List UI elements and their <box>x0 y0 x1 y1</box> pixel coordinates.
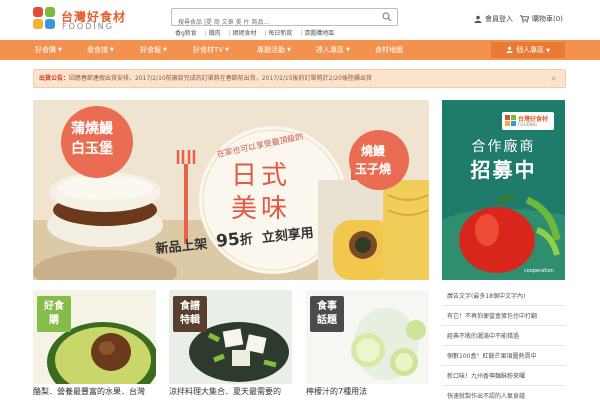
hero-badge-right-line1: 燒鰻 <box>361 144 386 158</box>
content-card[interactable]: 食譜 特輯 涼拌料理大集合．夏天最需要的 <box>169 290 292 400</box>
nav-item[interactable]: 看食譜 ▼ <box>87 40 114 60</box>
hero-headline-2: 美味 <box>231 194 292 224</box>
hot-keyword[interactable]: 絕絕食材 <box>229 30 257 37</box>
logo-subtitle: FOODING <box>62 22 114 31</box>
card-tag: 食事 話題 <box>310 296 344 332</box>
logo-mark-icon <box>33 7 57 31</box>
shipping-notice: 出貨公告：因應春節連假出貨安排，2017/2/10前廠款完成的訂單將在春節前出貨… <box>33 69 566 88</box>
search-icon[interactable] <box>382 12 392 22</box>
nav-item[interactable]: 達人專區 ▼ <box>316 40 350 60</box>
hot-keyword[interactable]: 每日新款 <box>264 30 292 37</box>
card-tag: 食譜 特輯 <box>173 296 207 332</box>
caret-down-icon: ▼ <box>287 47 291 53</box>
cart-icon <box>520 15 529 23</box>
nav-item-label: 達人專區 <box>316 46 344 54</box>
cart-link[interactable]: 購物車(0) <box>520 14 563 24</box>
ad-artwork <box>442 100 565 280</box>
cart-label: 購物車(0) <box>532 15 563 23</box>
caret-down-icon: ▼ <box>58 47 62 53</box>
list-item[interactable]: 新口味！九州香檸麵酥粉來囉 <box>442 367 565 386</box>
close-icon[interactable]: × <box>550 70 557 87</box>
caret-down-icon: ▼ <box>546 48 550 54</box>
list-item[interactable]: 有它！不再怕便當盒蛋包也中打翻 <box>442 307 565 326</box>
list-item[interactable]: 經典不敗的灑滿中不能錯過 <box>442 327 565 346</box>
login-link[interactable]: 會員登入 <box>474 14 513 24</box>
caret-down-icon: ▼ <box>110 47 114 53</box>
hero-headline-1: 日式 <box>231 161 292 191</box>
card-tag-line2: 特輯 <box>180 315 200 326</box>
list-item[interactable]: 快速就製作出不認的人氣食譜 <box>442 387 565 400</box>
card-tag: 好食 購 <box>37 296 71 332</box>
card-tag-line1: 食事 <box>317 301 337 312</box>
nav-item-label: 好食材TV <box>193 46 224 54</box>
partner-recruit-ad[interactable]: 台灣好食材 FOODING 合作廠商 招募中 cooperation <box>442 100 565 280</box>
site-logo[interactable]: 台灣好食材 FOODING <box>33 7 143 35</box>
nav-item-label: 好食購 <box>35 46 56 54</box>
nav-item-label: 專題活動 <box>257 46 285 54</box>
card-caption[interactable]: 涼拌料理大集合．夏天最需要的 <box>169 386 281 397</box>
content-card[interactable]: 食事 話題 檸檬汁的7種用法 <box>306 290 429 400</box>
main-nav: 好食購 ▼ 看食譜 ▼ 好食報 ▼ 好食材TV ▼ 專題活動 ▼ 達人專區 ▼ 食材地圖 個… <box>0 40 600 60</box>
hero-promo-b: 95 <box>215 229 241 252</box>
hot-keyword[interactable]: 鐵肉 <box>205 30 221 37</box>
ad-footer: cooperation <box>524 268 554 274</box>
member-area-button[interactable]: 個人專區 ▼ <box>491 42 565 58</box>
nav-item[interactable]: 食材地圖 <box>375 40 403 60</box>
list-item[interactable]: 廣告文字(最多18個中文字內) <box>442 287 565 306</box>
hero-badge-right-line2: 玉子燒 <box>355 162 392 176</box>
login-label: 會員登入 <box>485 15 513 23</box>
user-icon <box>506 46 513 53</box>
search-box[interactable] <box>171 8 398 31</box>
card-caption[interactable]: 檸檬汁的7種用法 <box>306 386 367 397</box>
caret-down-icon: ▼ <box>163 47 167 53</box>
nav-item-label: 看食譜 <box>87 46 108 54</box>
nav-item[interactable]: 專題活動 ▼ <box>257 40 291 60</box>
card-tag-line2: 購 <box>49 315 59 326</box>
hot-keyword[interactable]: 香g新食 <box>175 30 197 37</box>
card-tag-line1: 好食 <box>44 301 64 312</box>
nav-item-label: 好食報 <box>140 46 161 54</box>
side-article-list: 廣告文字(最多18個中文字內) 有它！不再怕便當盒蛋包也中打翻 經典不敗的灑滿中… <box>442 287 565 400</box>
member-area-label: 個人專區 <box>516 46 545 54</box>
caret-down-icon: ▼ <box>225 47 229 53</box>
hero-badge-left-line2: 白玉堡 <box>71 141 113 157</box>
ad-line2: 招募中 <box>470 158 537 182</box>
hot-keywords: 香g新食 鐵肉 絕絕食材 每日新款 清醬購地區 <box>175 28 340 37</box>
nav-item[interactable]: 好食購 ▼ <box>35 40 62 60</box>
ad-line1: 合作廠商 <box>471 139 536 155</box>
nav-item[interactable]: 好食材TV ▼ <box>193 40 229 60</box>
notice-label: 出貨公告： <box>39 75 70 82</box>
hero-promo-c: 折 <box>239 232 254 249</box>
list-item[interactable]: 側數100盒！紅龍芒果項圖熱賣中 <box>442 347 565 366</box>
card-caption[interactable]: 酪梨．營養最豐富的水果．台灣 <box>33 386 145 397</box>
hot-keyword[interactable]: 清醬購地區 <box>300 30 334 37</box>
content-card[interactable]: 好食 購 酪梨．營養最豐富的水果．台灣 <box>33 290 156 400</box>
nav-item-label: 食材地圖 <box>375 46 403 54</box>
hero-banner[interactable]: 蒲燒鰻 白玉堡 在家也可以享受最頂級的 日式 美味 燒鰻 玉子燒 新品上架 95… <box>33 100 429 280</box>
caret-down-icon: ▼ <box>346 47 350 53</box>
site-header: 台灣好食材 FOODING 香g新食 鐵肉 絕絕食材 每日新款 清醬購地區 會員… <box>0 0 600 40</box>
hero-badge-left-line1: 蒲燒鰻 <box>71 121 113 137</box>
card-tag-line1: 食譜 <box>180 301 200 312</box>
nav-item[interactable]: 好食報 ▼ <box>140 40 167 60</box>
ad-logo-subtitle: FOODING <box>518 122 537 127</box>
user-icon <box>474 15 482 23</box>
notice-text: 因應春節連假出貨安排，2017/2/10前廠款完成的訂單將在春節前出貨，2017… <box>69 75 373 82</box>
card-tag-line2: 話題 <box>317 315 337 326</box>
